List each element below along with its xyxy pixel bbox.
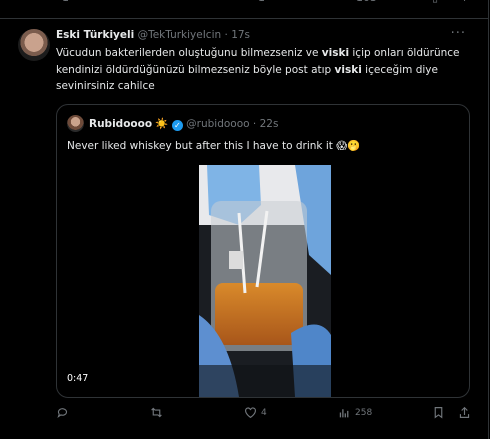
quoted-handle[interactable]: @rubidoooo <box>186 118 249 130</box>
share-button[interactable] <box>458 406 471 419</box>
quoted-display-name[interactable]: Rubidoooo <box>89 118 152 130</box>
share-icon <box>459 406 470 418</box>
repost-icon <box>151 407 162 418</box>
tweet-header: Eski Türkiyeli @TekTurkiyeIcin · 17s <box>56 29 250 41</box>
quoted-text: Never liked whiskey but after this I hav… <box>67 140 361 152</box>
repost-button[interactable] <box>150 406 167 419</box>
previous-tweet-actions: 1 1 103 ▯ ↑ <box>0 0 488 11</box>
bookmark-icon <box>434 407 443 419</box>
views-icon <box>339 409 349 418</box>
text-part-bold: viski <box>334 63 362 76</box>
views-count: 258 <box>355 407 373 418</box>
avatar[interactable] <box>18 29 50 61</box>
like-icon <box>245 407 256 419</box>
bookmark-button[interactable] <box>432 406 445 419</box>
sun-icon: ☀️ <box>155 118 169 130</box>
text-part: Vücudun bakterilerden oluştuğunu bilmezs… <box>56 47 322 59</box>
timestamp[interactable]: 17s <box>231 29 250 41</box>
dot-separator: · <box>224 29 228 41</box>
prev-like-count[interactable]: 1 <box>258 0 265 4</box>
quoted-avatar[interactable] <box>67 115 84 132</box>
prev-reply-count[interactable]: 1 <box>62 0 69 4</box>
more-icon[interactable]: ··· <box>451 26 466 41</box>
reply-button[interactable] <box>56 406 73 419</box>
dot-separator: · <box>252 118 257 130</box>
reply-icon <box>57 408 68 418</box>
quoted-tweet[interactable]: Rubidoooo ☀️ ✓ @rubidoooo · 22s Never li… <box>56 104 470 398</box>
video-thumbnail <box>199 165 331 397</box>
text-part-bold: viski <box>321 47 350 59</box>
like-count: 4 <box>261 407 267 418</box>
prev-share-icon[interactable]: ↑ <box>460 0 469 4</box>
video-player[interactable] <box>199 165 331 397</box>
verified-icon: ✓ <box>171 120 183 131</box>
like-button[interactable]: 4 <box>244 406 267 419</box>
quoted-header: Rubidoooo ☀️ ✓ @rubidoooo · 22s <box>89 117 278 131</box>
action-bar: 4 258 <box>56 406 476 424</box>
views-button[interactable]: 258 <box>338 406 372 419</box>
quoted-timestamp[interactable]: 22s <box>260 118 279 130</box>
display-name[interactable]: Eski Türkiyeli <box>56 29 134 41</box>
video-duration: 0:47 <box>67 373 89 384</box>
tweet-panel: 1 1 103 ▯ ↑ Eski Türkiyeli @TekTurkiyeIc… <box>0 0 489 439</box>
prev-bookmark-icon[interactable]: ▯ <box>432 0 438 4</box>
divider <box>0 18 488 19</box>
handle[interactable]: @TekTurkiyeIcin <box>138 29 222 41</box>
prev-views-count[interactable]: 103 <box>356 0 377 4</box>
tweet-text: Vücudun bakterilerden oluştuğunu bilmezs… <box>56 45 466 95</box>
